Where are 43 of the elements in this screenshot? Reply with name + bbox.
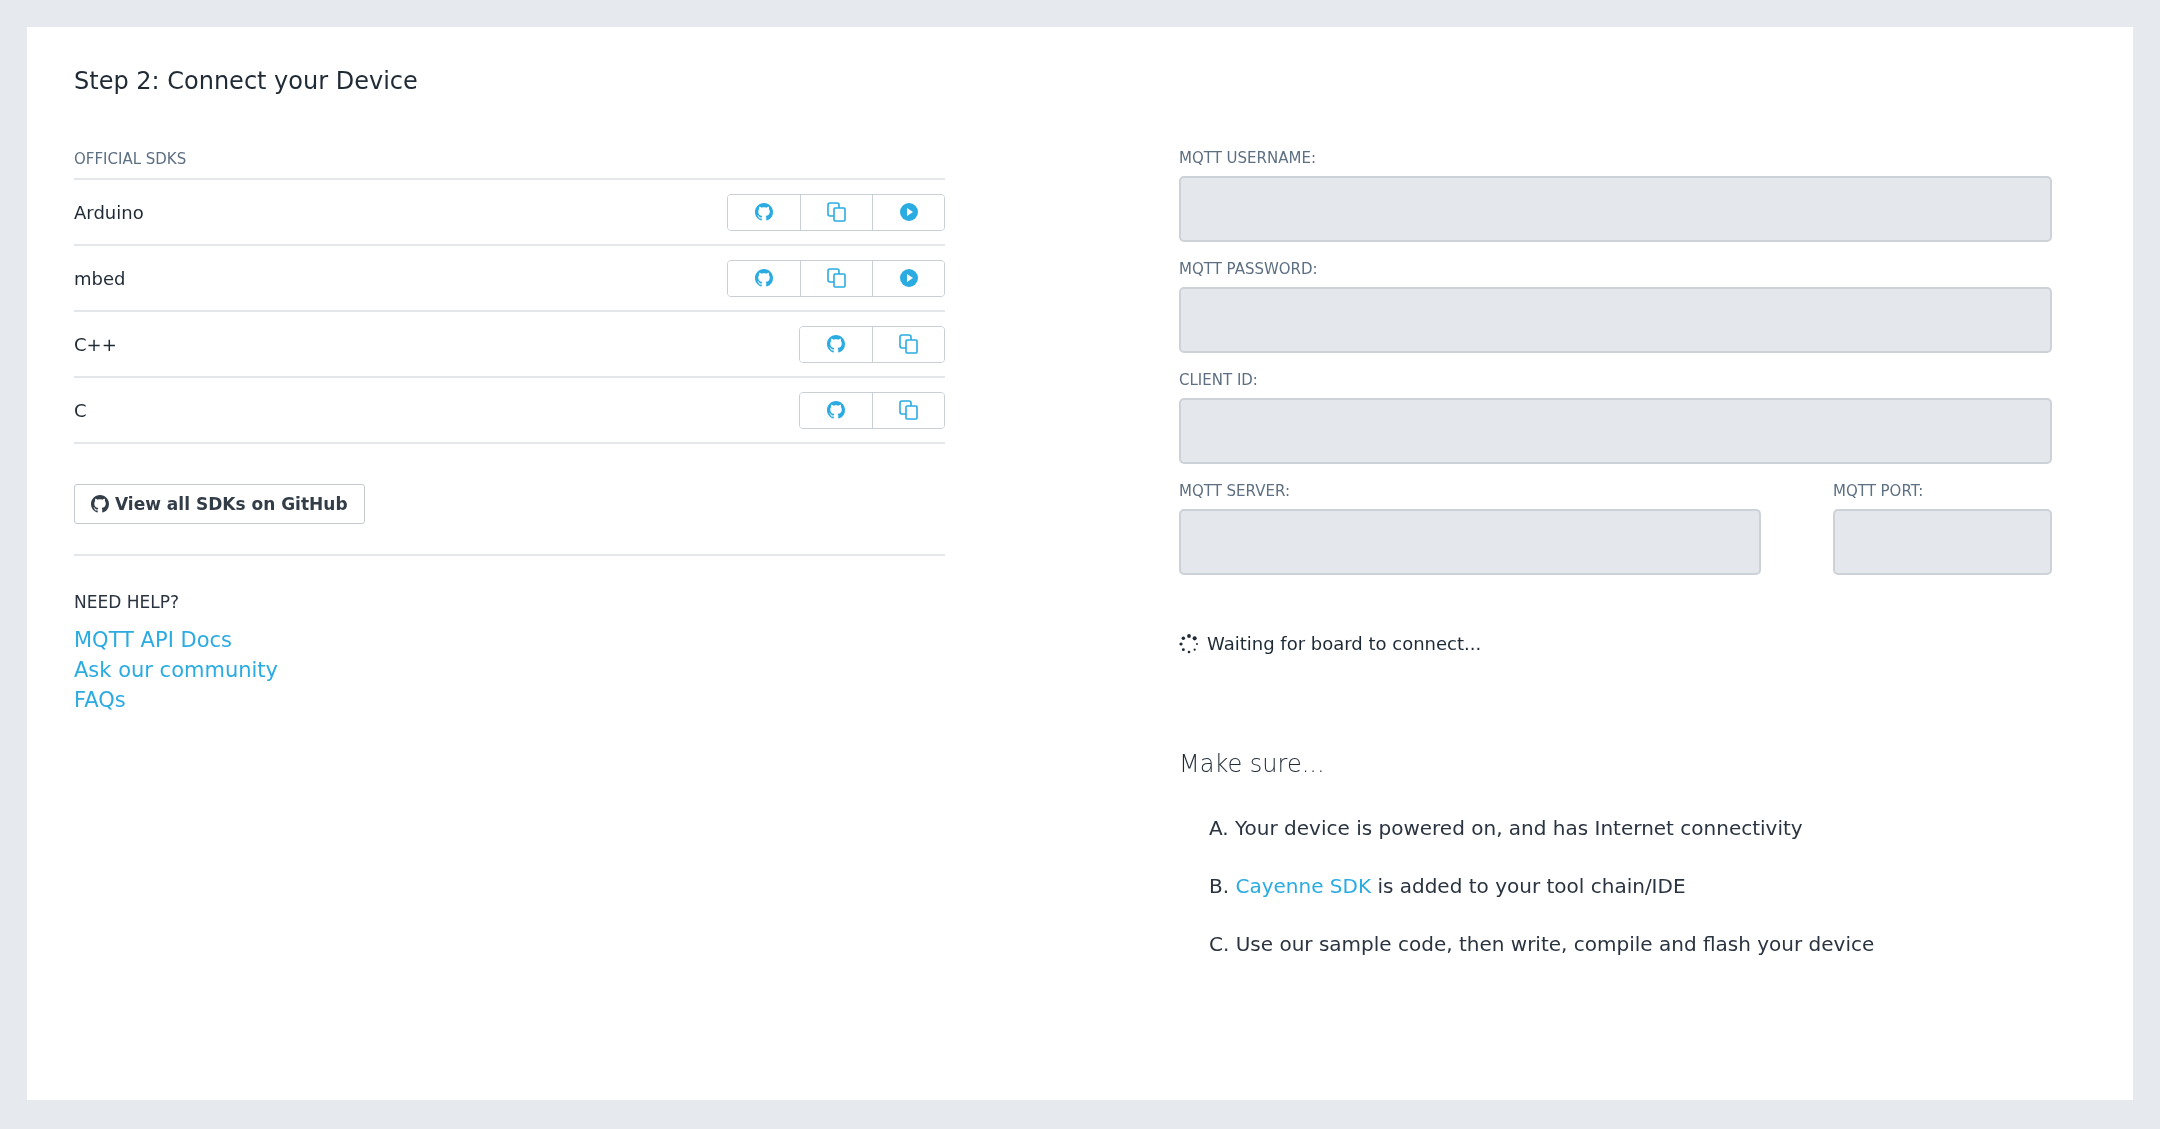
status-text: Waiting for board to connect... xyxy=(1207,633,1482,654)
github-icon xyxy=(755,269,773,287)
copy-icon xyxy=(897,333,920,355)
copy-button[interactable] xyxy=(872,392,944,428)
checklist-item: C. Use our sample code, then write, compile and flash your device xyxy=(1209,932,1875,956)
input-field[interactable] xyxy=(1179,509,1761,575)
copy-icon xyxy=(825,201,848,223)
github-icon xyxy=(827,401,845,419)
play-icon xyxy=(898,202,919,222)
help-link[interactable]: MQTT API Docs xyxy=(74,628,232,652)
play-button[interactable] xyxy=(872,260,944,296)
input-field[interactable] xyxy=(1179,176,2052,242)
field-label: MQTT USERNAME: xyxy=(1179,149,1317,167)
input-field[interactable] xyxy=(1179,287,2052,353)
github-icon xyxy=(755,203,773,221)
sdk-name: C xyxy=(74,399,87,421)
field-label: MQTT PASSWORD: xyxy=(1179,260,1319,278)
checklist-item: B. Cayenne SDK is added to your tool chain/IDE xyxy=(1209,874,1686,898)
field-label: CLIENT ID: xyxy=(1179,371,1259,389)
copy-button[interactable] xyxy=(872,326,944,362)
copy-icon xyxy=(825,267,848,289)
field-label: MQTT SERVER: xyxy=(1179,482,1291,500)
page-title: Step 2: Connect your Device xyxy=(74,67,418,95)
section-heading: NEED HELP? xyxy=(74,592,179,612)
sdk-link[interactable]: Cayenne SDK xyxy=(1235,874,1372,898)
github-icon xyxy=(827,335,845,353)
field-label: MQTT PORT: xyxy=(1833,482,1925,500)
sdk-name: Arduino xyxy=(74,201,144,223)
section-heading: Make sure... xyxy=(1179,750,1325,778)
play-icon xyxy=(898,268,919,288)
sdk-name: C++ xyxy=(74,333,117,355)
play-button[interactable] xyxy=(872,194,944,230)
help-link[interactable]: FAQs xyxy=(74,688,126,712)
section-heading: OFFICIAL SDKS xyxy=(74,150,187,168)
input-field[interactable] xyxy=(1179,398,2052,464)
help-link[interactable]: Ask our community xyxy=(74,658,279,682)
input-field[interactable] xyxy=(1833,509,2052,575)
github-icon xyxy=(91,495,109,513)
sdk-name: mbed xyxy=(74,267,126,289)
github-button[interactable]: View all SDKs on GitHub xyxy=(74,484,365,524)
spinner-icon xyxy=(1179,633,1199,654)
copy-icon xyxy=(897,399,920,421)
checklist-item: A. Your device is powered on, and has Internet connectivity xyxy=(1209,816,1803,840)
